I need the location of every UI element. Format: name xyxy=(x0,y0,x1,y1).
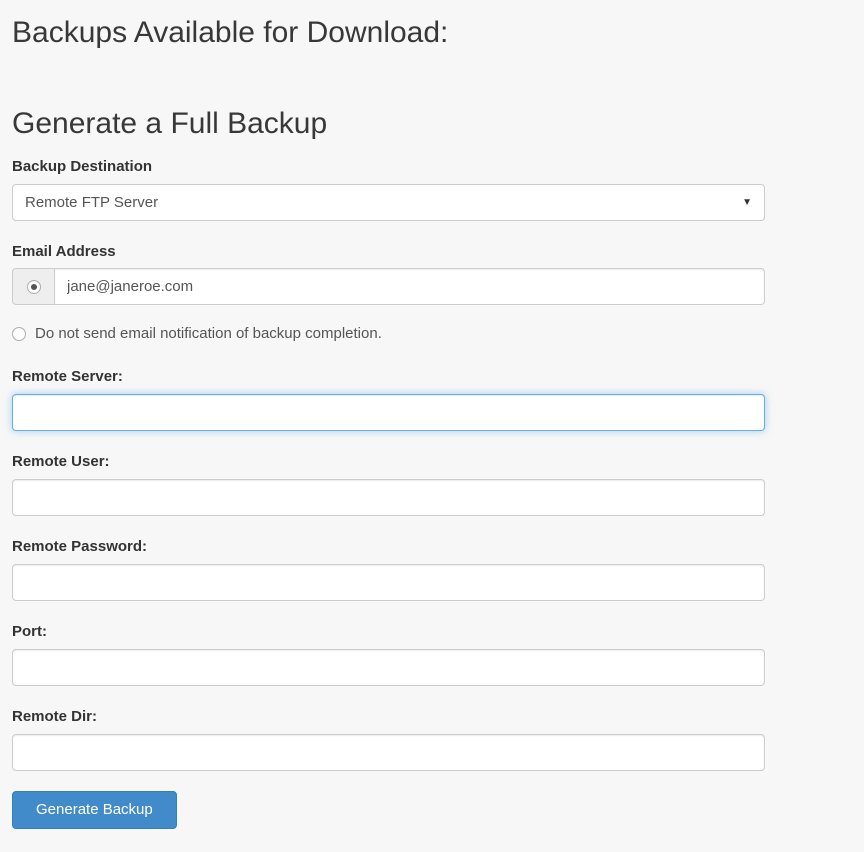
no-email-notify-label[interactable]: Do not send email notification of backup… xyxy=(35,324,382,344)
remote-server-label: Remote Server: xyxy=(12,367,765,386)
email-notify-radio[interactable] xyxy=(27,280,41,294)
remote-user-label: Remote User: xyxy=(12,452,765,471)
email-radio-addon xyxy=(12,268,54,305)
remote-server-input[interactable] xyxy=(12,394,765,431)
backup-destination-label: Backup Destination xyxy=(12,157,765,176)
backup-destination-select-wrap: Remote FTP Server ▼ xyxy=(12,184,765,221)
generate-backup-button[interactable]: Generate Backup xyxy=(12,791,177,829)
remote-password-input[interactable] xyxy=(12,564,765,601)
remote-user-input[interactable] xyxy=(12,479,765,516)
remote-dir-label: Remote Dir: xyxy=(12,707,765,726)
email-input-group xyxy=(12,268,765,305)
port-input[interactable] xyxy=(12,649,765,686)
main-content: Backups Available for Download: Generate… xyxy=(12,16,765,829)
page-title: Backups Available for Download: xyxy=(12,16,765,50)
generate-backup-section-title: Generate a Full Backup xyxy=(12,107,765,141)
backup-destination-select[interactable]: Remote FTP Server xyxy=(12,184,765,221)
remote-dir-input[interactable] xyxy=(12,734,765,771)
no-email-option-row: Do not send email notification of backup… xyxy=(12,324,765,344)
no-email-notify-radio[interactable] xyxy=(12,327,26,341)
port-label: Port: xyxy=(12,622,765,641)
email-address-input[interactable] xyxy=(54,268,765,305)
remote-password-label: Remote Password: xyxy=(12,537,765,556)
email-address-label: Email Address xyxy=(12,242,765,261)
